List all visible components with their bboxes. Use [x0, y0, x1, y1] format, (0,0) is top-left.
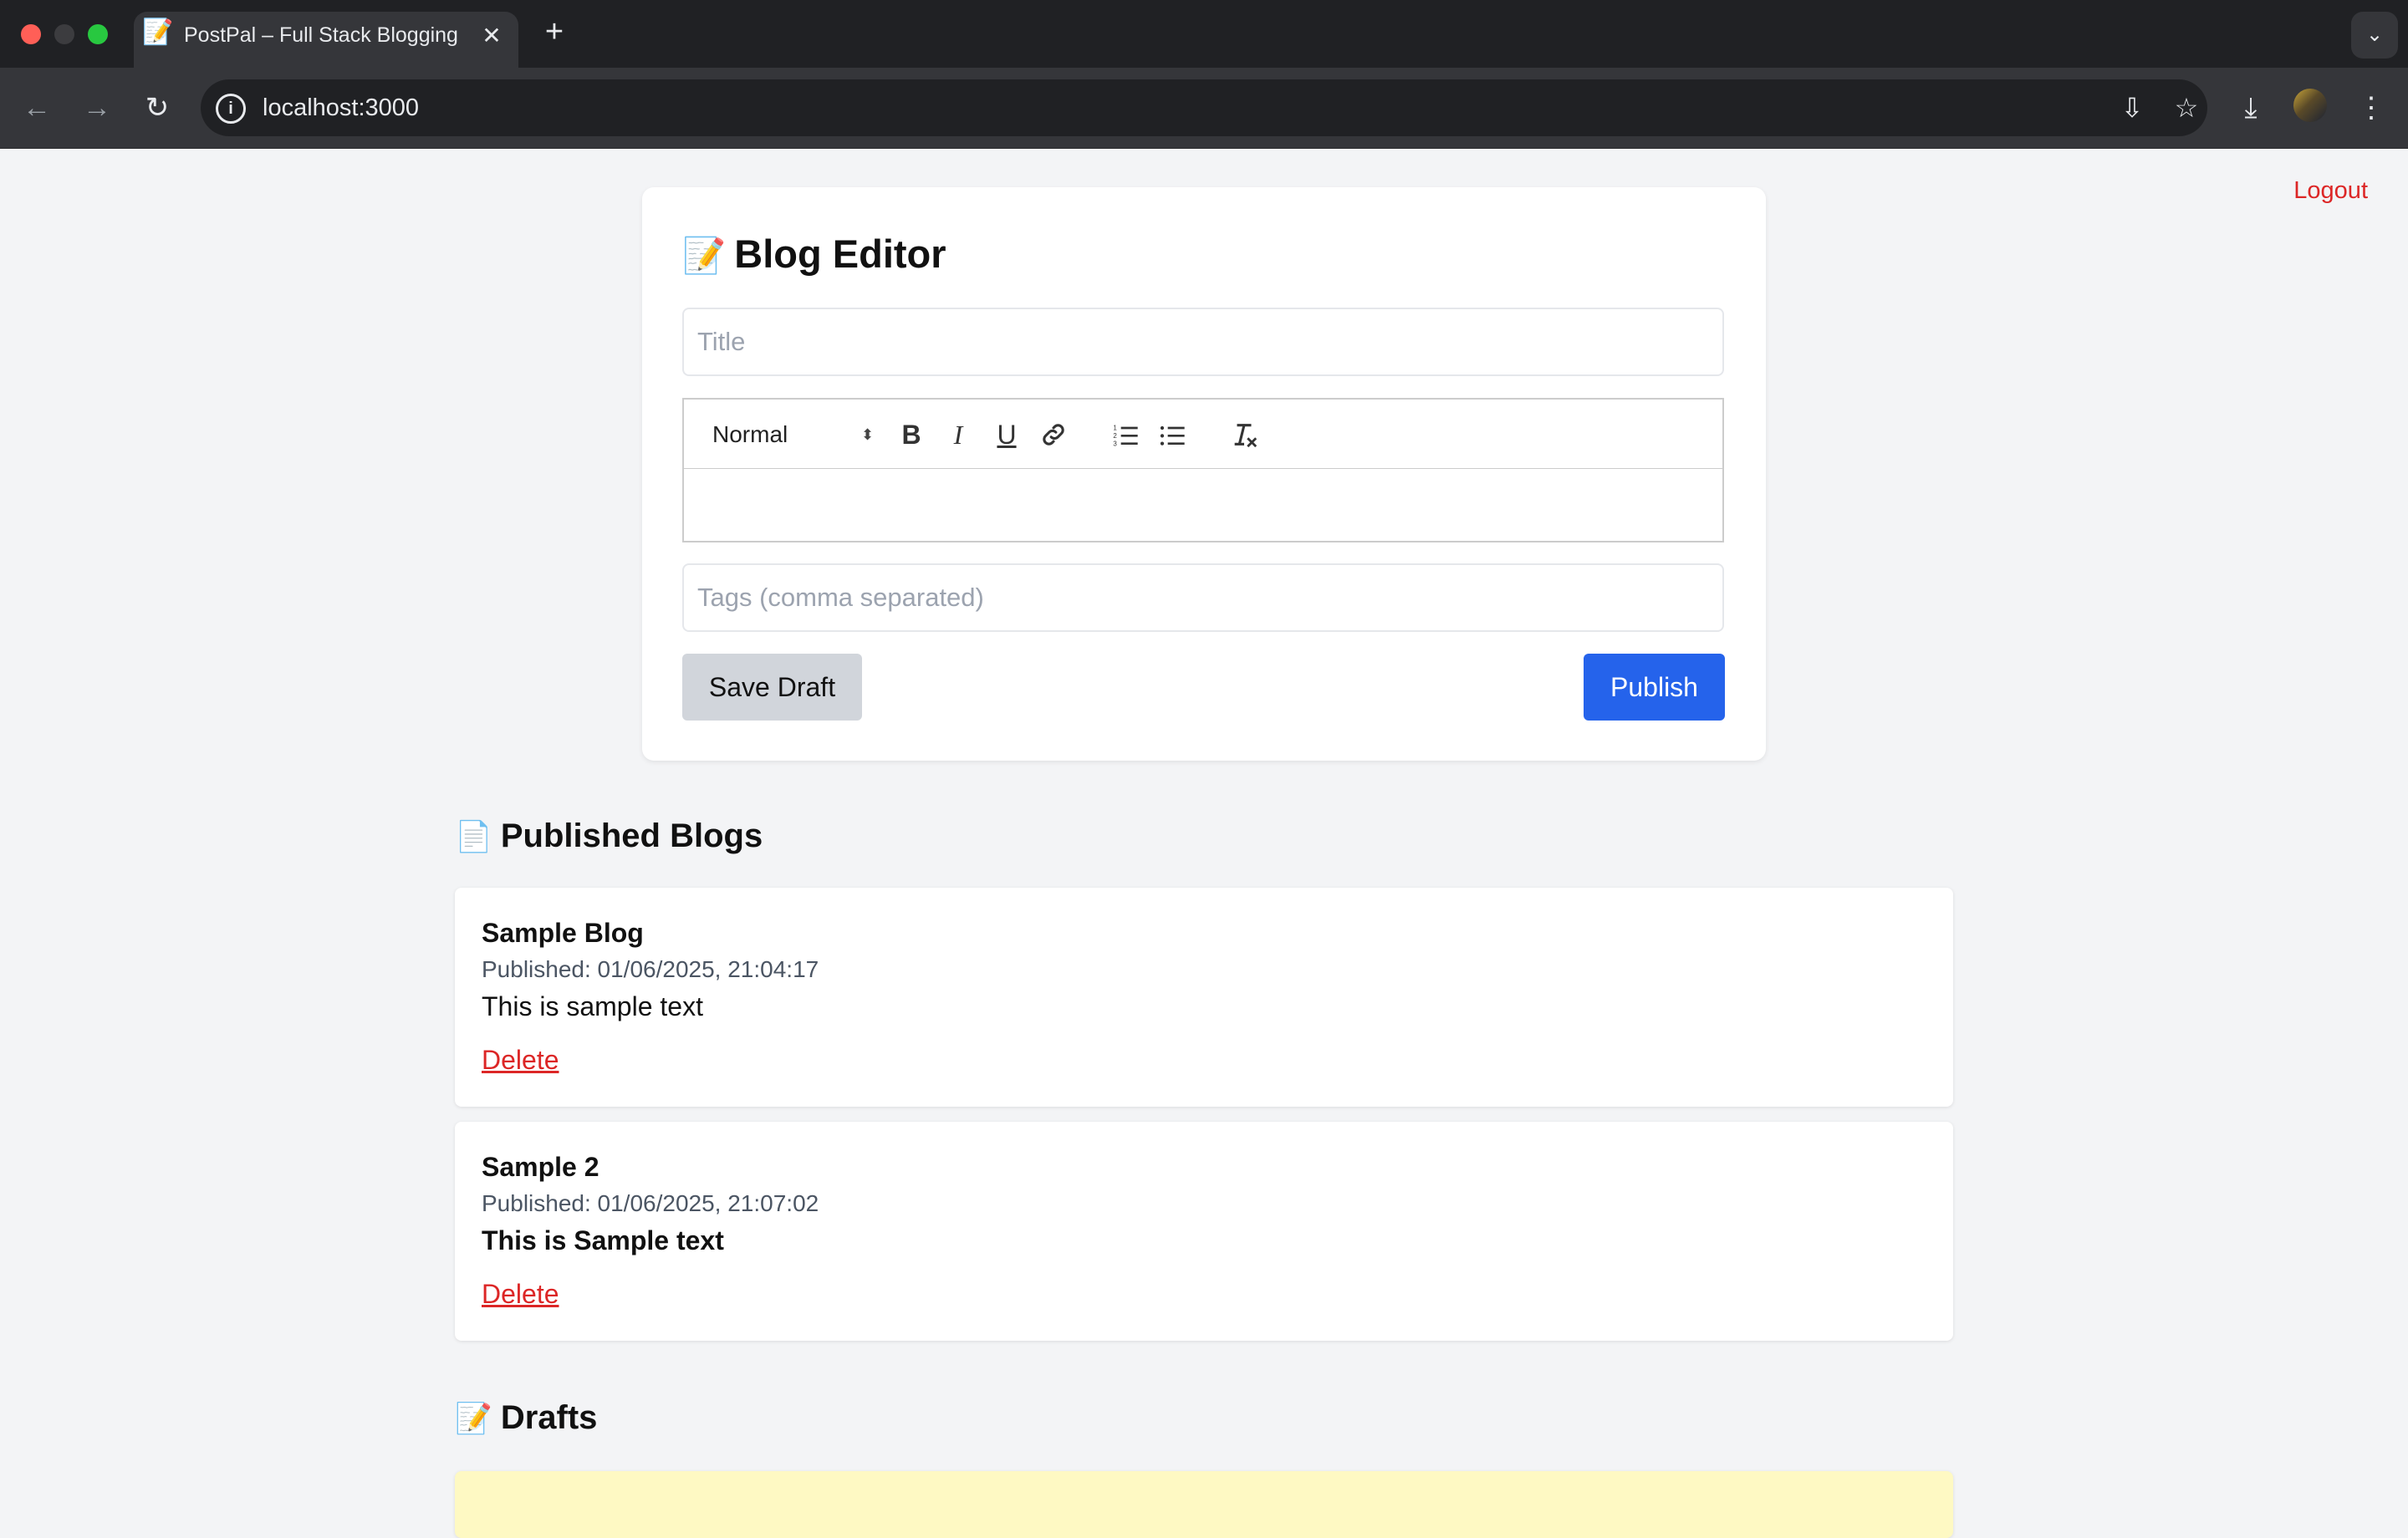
drafts-heading: 📝 Drafts	[455, 1398, 597, 1438]
title-input[interactable]	[682, 308, 1724, 376]
bookmark-star-icon[interactable]: ☆	[2170, 91, 2203, 125]
editor-heading: 📝 Blog Editor	[682, 231, 946, 278]
logout-link[interactable]: Logout	[2293, 177, 2368, 205]
tab-favicon-icon: 📝	[142, 18, 174, 46]
blog-post-card: Sample Blog Published: 01/06/2025, 21:04…	[455, 888, 1953, 1107]
svg-text:1: 1	[1113, 425, 1117, 432]
blog-post-date: Published: 01/06/2025, 21:07:02	[482, 1190, 819, 1216]
tab-close-icon[interactable]: ✕	[478, 23, 505, 49]
window-zoom-button[interactable]	[88, 24, 108, 44]
address-bar[interactable]: i localhost:3000 ⇩ ☆	[201, 79, 2207, 136]
forward-arrow-icon[interactable]: →	[75, 86, 119, 130]
window-close-button[interactable]	[21, 24, 41, 44]
profile-avatar[interactable]	[2293, 89, 2327, 122]
select-arrows-icon: ⬍	[861, 426, 875, 443]
address-bar-url[interactable]: localhost:3000	[263, 79, 419, 136]
format-select[interactable]: Normal ⬍	[712, 416, 875, 453]
blog-post-content: This is Sample text	[482, 1225, 724, 1255]
link-icon[interactable]	[1035, 416, 1072, 453]
back-arrow-icon[interactable]: ←	[15, 86, 59, 130]
blog-post-title: Sample 2	[482, 1152, 599, 1182]
page-icon: 📄	[455, 819, 492, 853]
delete-link[interactable]: Delete	[482, 1045, 559, 1076]
menu-kebab-icon[interactable]: ⋮	[2349, 86, 2393, 130]
italic-icon[interactable]: I	[940, 416, 977, 453]
tags-input[interactable]	[682, 563, 1724, 632]
ordered-list-icon[interactable]: 1 2 3	[1107, 416, 1144, 453]
browser-toolbar: ← → ↻ i localhost:3000 ⇩ ☆ ⤓ ⋮	[0, 68, 2408, 149]
memo-icon: 📝	[455, 1401, 492, 1435]
install-app-icon[interactable]: ⇩	[2115, 91, 2149, 125]
browser-tab[interactable]: 📝 PostPal – Full Stack Blogging ✕	[134, 12, 518, 68]
format-select-value: Normal	[712, 421, 788, 447]
blog-post-title: Sample Blog	[482, 918, 644, 948]
blog-post-content: This is sample text	[482, 991, 703, 1021]
memo-icon: 📝	[682, 236, 727, 275]
new-tab-button[interactable]: +	[538, 15, 571, 48]
published-blogs-heading: 📄 Published Blogs	[455, 816, 763, 856]
bold-icon[interactable]: B	[893, 416, 930, 453]
svg-text:2: 2	[1113, 432, 1117, 440]
editor-heading-text: Blog Editor	[734, 232, 946, 276]
tab-title: PostPal – Full Stack Blogging	[184, 23, 458, 47]
svg-text:3: 3	[1113, 440, 1117, 447]
draft-card	[455, 1471, 1953, 1538]
delete-link[interactable]: Delete	[482, 1279, 559, 1310]
reload-icon[interactable]: ↻	[135, 86, 179, 130]
downloads-icon[interactable]: ⤓	[2229, 86, 2273, 130]
blog-post-date: Published: 01/06/2025, 21:04:17	[482, 956, 819, 982]
save-draft-button[interactable]: Save Draft	[682, 654, 862, 721]
blog-editor-card: 📝Blog Editor Normal ⬍ B I U 1 2 3	[642, 187, 1766, 761]
drafts-heading-text: Drafts	[500, 1399, 598, 1436]
publish-button[interactable]: Publish	[1584, 654, 1725, 721]
site-info-icon[interactable]: i	[216, 94, 246, 124]
tab-search-chevron-icon[interactable]: ⌄	[2351, 12, 2398, 59]
browser-tab-bar: 📝 PostPal – Full Stack Blogging ✕ + ⌄	[0, 0, 2408, 68]
window-minimize-button[interactable]	[54, 24, 74, 44]
underline-icon[interactable]: U	[988, 416, 1025, 453]
published-heading-text: Published Blogs	[500, 817, 763, 854]
rich-text-editor[interactable]	[682, 469, 1724, 542]
bullet-list-icon[interactable]	[1154, 416, 1191, 453]
clear-format-icon[interactable]	[1226, 416, 1263, 453]
rich-text-toolbar: Normal ⬍ B I U 1 2 3	[682, 398, 1724, 470]
blog-post-card: Sample 2 Published: 01/06/2025, 21:07:02…	[455, 1122, 1953, 1341]
